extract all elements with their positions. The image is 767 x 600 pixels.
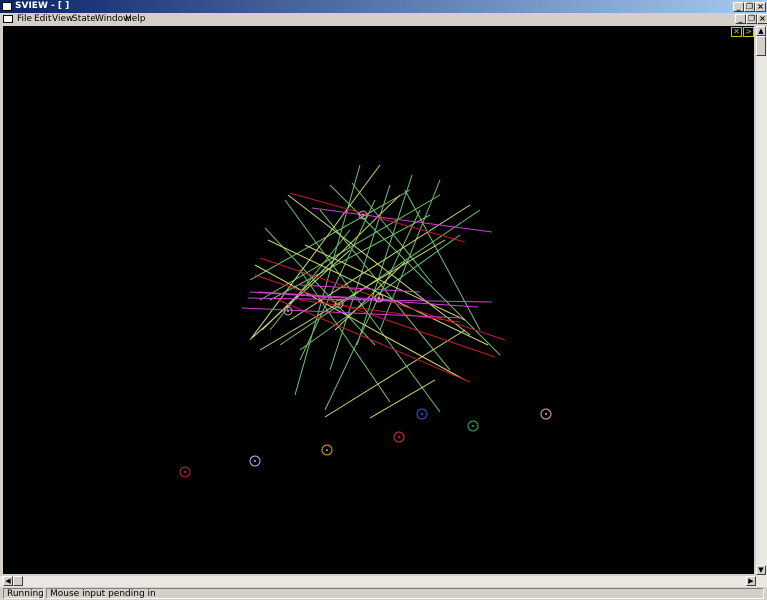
nav-right-icon[interactable]: > <box>743 27 754 37</box>
scene-line <box>369 379 436 419</box>
child-close-icon[interactable]: × <box>757 14 767 24</box>
menu-view[interactable]: View <box>52 13 73 25</box>
scene-line <box>299 299 461 323</box>
horizontal-scrollbar[interactable]: ◀ ▶ <box>0 576 767 587</box>
scene-graphic[interactable] <box>3 26 754 574</box>
scene-node-center <box>338 303 340 305</box>
menu-edit[interactable]: Edit <box>34 13 51 25</box>
scene-line <box>254 264 466 381</box>
scene-node-center <box>362 214 364 216</box>
scene-node-center <box>378 297 380 299</box>
menu-file[interactable]: File <box>17 13 32 25</box>
scene-node-center <box>472 425 474 427</box>
scene-line <box>241 307 463 319</box>
status-state: Running <box>3 588 44 599</box>
menu-state[interactable]: State <box>72 13 96 25</box>
child-minimize-icon[interactable]: _ <box>735 14 746 24</box>
minimize-icon[interactable]: _ <box>733 2 744 12</box>
scene-node-center <box>326 449 328 451</box>
scene-line <box>299 199 376 361</box>
scene-node-center <box>421 413 423 415</box>
scroll-left-icon[interactable]: ◀ <box>3 576 13 586</box>
render-canvas[interactable]: ✕ > <box>3 26 754 574</box>
close-icon[interactable]: × <box>755 2 766 12</box>
window-title: SVIEW - [ ] <box>15 1 70 11</box>
menu-help[interactable]: Help <box>125 13 146 25</box>
status-message: Mouse input pending in <box>46 588 764 599</box>
scene-node-center <box>545 413 547 415</box>
scroll-thumb-horizontal[interactable] <box>13 576 23 586</box>
title-bar: SVIEW - [ ] _ ❐ × <box>0 0 767 13</box>
child-restore-icon[interactable]: ❐ <box>746 14 757 24</box>
scroll-down-icon[interactable]: ▼ <box>756 565 766 575</box>
menu-bar: File Edit View State Window Help _ ❐ × <box>0 13 767 25</box>
app-icon[interactable] <box>2 2 12 11</box>
scroll-thumb-vertical[interactable] <box>756 36 766 56</box>
scene-line <box>249 189 411 281</box>
vertical-scrollbar[interactable]: ▲ ▼ <box>756 26 767 576</box>
nav-left-icon[interactable]: ✕ <box>731 27 742 37</box>
scroll-right-icon[interactable]: ▶ <box>746 576 756 586</box>
document-icon[interactable] <box>3 15 13 23</box>
scroll-up-icon[interactable]: ▲ <box>756 26 766 36</box>
status-bar: Running Mouse input pending in <box>0 587 767 600</box>
restore-icon[interactable]: ❐ <box>744 2 755 12</box>
scene-line <box>269 214 431 301</box>
scene-node-center <box>287 310 289 312</box>
scene-node-center <box>254 460 256 462</box>
scene-line <box>294 164 361 396</box>
scene-line <box>289 192 466 243</box>
scene-node-center <box>398 436 400 438</box>
scene-node-center <box>184 471 186 473</box>
